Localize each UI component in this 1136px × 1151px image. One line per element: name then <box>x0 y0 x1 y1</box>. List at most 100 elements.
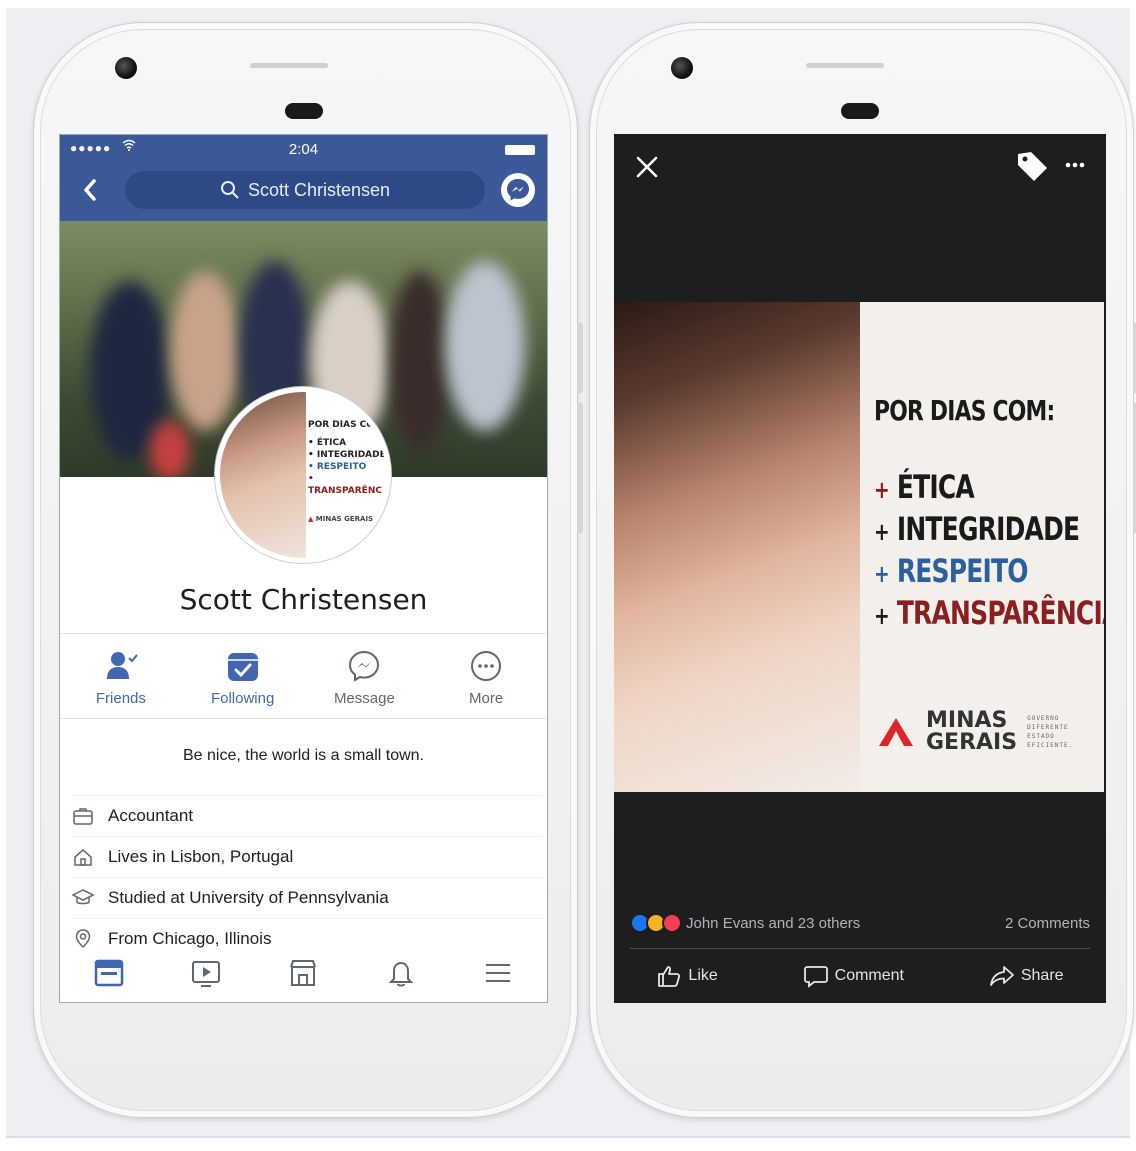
profile-avatar[interactable]: POR DIAS CO • ÉTICA • INTEGRIDADE • RESP… <box>215 387 391 563</box>
info-work-text: Accountant <box>108 806 194 825</box>
reactions-summary[interactable]: John Evans and 23 others 2 Comments <box>630 910 1090 936</box>
post-value-item: + INTEGRIDADE <box>874 510 1080 548</box>
chevron-left-icon <box>84 179 96 201</box>
more-options-button[interactable] <box>1062 152 1088 178</box>
friends-icon <box>106 652 138 679</box>
friends-label: Friends <box>95 690 146 707</box>
camera-icon <box>671 57 693 79</box>
tag-icon <box>1018 152 1047 181</box>
brand-sub: GOVERNO <box>1027 715 1060 722</box>
search-query: Scott Christensen <box>247 179 391 200</box>
triangle-logo-icon <box>879 718 913 746</box>
camera-icon <box>115 57 137 79</box>
like-label: Like <box>688 967 718 984</box>
post-text-panel: POR DIAS COM: + ÉTICA + INTEGRIDADE + RE… <box>860 302 1104 792</box>
comment-icon <box>803 966 828 988</box>
avatar-item: ÉTICA <box>316 437 347 448</box>
post-values-list: + ÉTICA + INTEGRIDADE + RESPEITO + TRANS… <box>874 468 1104 636</box>
menu-icon <box>486 963 511 982</box>
avatar-item: TRANSPARÊNC <box>307 485 382 496</box>
avatar-item: RESPEITO <box>316 461 367 472</box>
reactions-text: John Evans and 23 others <box>686 914 861 932</box>
comment-button[interactable]: Comment <box>803 963 904 989</box>
share-button[interactable]: Share <box>989 963 1064 989</box>
following-label: Following <box>210 690 275 707</box>
post-value-item: + TRANSPARÊNCIA <box>874 594 1104 632</box>
status-time: 2:04 <box>288 141 319 158</box>
graduation-cap-icon <box>72 889 94 905</box>
avatar-brand: MINAS GERAIS <box>315 514 374 523</box>
tab-marketplace[interactable] <box>287 957 319 994</box>
speaker-grille <box>250 63 328 68</box>
tab-news-feed[interactable] <box>93 957 125 994</box>
post-value-item: + RESPEITO <box>874 552 1028 590</box>
location-pin-icon <box>75 929 91 949</box>
profile-bio: Be nice, the world is a small town. <box>183 747 424 764</box>
info-education[interactable]: Studied at University of Pennsylvania <box>72 877 542 918</box>
status-bar: ●●●●● 2:04 <box>60 139 547 161</box>
brand-sub: EFICIENTE. <box>1027 742 1074 749</box>
more-dots-icon <box>1065 162 1085 168</box>
messenger-icon <box>349 650 380 682</box>
profile-info-list: Accountant Lives in Lisbon, Portugal Stu… <box>72 795 542 959</box>
tag-button[interactable] <box>1014 148 1050 184</box>
tab-menu[interactable] <box>482 957 514 994</box>
side-button <box>577 323 583 393</box>
thumbs-up-icon <box>658 966 681 987</box>
divider <box>6 1136 1130 1138</box>
info-work[interactable]: Accountant <box>72 795 542 836</box>
avatar-photo <box>220 392 307 558</box>
earpiece <box>841 103 879 119</box>
reaction-icons <box>630 913 682 933</box>
brand-name-line2: GERAIS <box>926 730 1018 755</box>
info-lives-text: Lives in Lisbon, Portugal <box>108 847 294 866</box>
photo-viewer-screen: POR DIAS COM: + ÉTICA + INTEGRIDADE + RE… <box>614 134 1106 1003</box>
post-photo <box>614 302 860 792</box>
marketplace-icon <box>290 959 317 986</box>
share-label: Share <box>1020 967 1064 984</box>
like-button[interactable]: Like <box>656 963 718 989</box>
back-button[interactable] <box>78 175 102 205</box>
profile-screen: ●●●●● 2:04 Scott Christensen POR DIAS CO… <box>59 134 548 1003</box>
search-icon <box>220 181 239 199</box>
love-reaction-icon <box>662 913 682 933</box>
home-icon <box>74 849 92 866</box>
avatar-item: INTEGRIDADE <box>316 449 386 460</box>
post-actions: Like Comment Share <box>614 958 1106 994</box>
more-icon <box>471 651 502 681</box>
avatar-post-text: POR DIAS CO • ÉTICA • INTEGRIDADE • RESP… <box>307 419 386 523</box>
messenger-button[interactable] <box>501 173 535 207</box>
watch-icon <box>192 960 221 987</box>
messenger-icon <box>507 179 529 201</box>
divider <box>630 948 1090 949</box>
more-label: More <box>469 690 504 707</box>
comments-count[interactable]: 2 Comments <box>1005 915 1090 932</box>
info-from-text: From Chicago, Illinois <box>108 929 272 948</box>
info-lives[interactable]: Lives in Lisbon, Portugal <box>72 836 542 877</box>
briefcase-icon <box>73 808 93 825</box>
close-button[interactable] <box>632 152 662 182</box>
friends-button[interactable]: Friends <box>60 634 182 718</box>
brand-sub: DIFERENTE <box>1027 724 1069 731</box>
notifications-icon <box>388 961 414 986</box>
message-button[interactable]: Message <box>304 634 426 718</box>
avatar-heading: POR DIAS CO <box>307 419 374 430</box>
following-button[interactable]: Following <box>182 634 304 718</box>
share-icon <box>989 966 1014 986</box>
search-input[interactable]: Scott Christensen <box>125 171 485 209</box>
brand-name-line1: MINAS <box>926 708 1008 733</box>
profile-name: Scott Christensen <box>179 583 428 616</box>
comment-label: Comment <box>834 967 904 984</box>
news-feed-icon <box>94 959 123 986</box>
profile-actions: Friends Following Message More <box>60 633 547 719</box>
speaker-grille <box>806 63 884 68</box>
earpiece <box>285 103 323 119</box>
tab-watch[interactable] <box>190 957 222 994</box>
close-icon <box>636 156 658 178</box>
minas-gerais-logo: MINAS GERAIS GOVERNO DIFERENTE ESTADO EF… <box>876 710 1073 754</box>
tab-notifications[interactable] <box>385 957 417 994</box>
info-education-text: Studied at University of Pennsylvania <box>108 888 389 907</box>
post-image[interactable]: POR DIAS COM: + ÉTICA + INTEGRIDADE + RE… <box>614 302 1104 792</box>
top-bar: ●●●●● 2:04 Scott Christensen <box>60 135 547 221</box>
more-button[interactable]: More <box>425 634 547 718</box>
